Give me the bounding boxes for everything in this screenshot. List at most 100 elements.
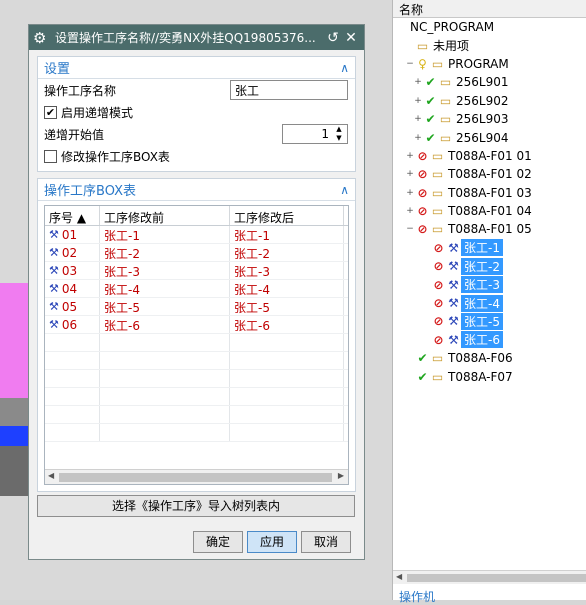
- enable-increment-checkbox[interactable]: ✔: [44, 105, 57, 119]
- tree-item[interactable]: + ✔ ▭ 256L902: [393, 92, 586, 110]
- cell-before: 张工-5: [100, 298, 230, 315]
- table-row[interactable]: [45, 424, 348, 442]
- table-row[interactable]: ⚒ 02 张工-2 张工-2: [45, 244, 348, 262]
- ok-button[interactable]: 确定: [193, 531, 243, 553]
- tree-item[interactable]: + ✔ ▭ 256L901: [393, 73, 586, 91]
- table-row[interactable]: [45, 334, 348, 352]
- stepper-arrows-icon[interactable]: ▲ ▼: [333, 125, 345, 143]
- chevron-up-icon[interactable]: ∧: [340, 183, 349, 197]
- solid-body-dark: [0, 446, 28, 496]
- table-row[interactable]: [45, 370, 348, 388]
- settings-section-header[interactable]: 设置 ∧: [38, 57, 355, 79]
- cell-empty: [230, 334, 344, 351]
- cell-empty: [45, 406, 100, 423]
- folder-icon: ▭: [439, 130, 452, 145]
- scrollbar-thumb[interactable]: [59, 473, 332, 482]
- scroll-left-icon[interactable]: ◀: [48, 471, 54, 480]
- table-row[interactable]: [45, 388, 348, 406]
- table-row[interactable]: [45, 406, 348, 424]
- gear-icon[interactable]: ⚙: [33, 29, 51, 47]
- operation-icon: ⚒: [49, 282, 59, 295]
- apply-button[interactable]: 应用: [247, 531, 297, 553]
- expand-icon[interactable]: +: [405, 151, 415, 161]
- table-header: 序号 ▲ 工序修改前 工序修改后: [45, 206, 348, 226]
- expand-icon[interactable]: +: [413, 114, 423, 124]
- table-row[interactable]: ⚒ 04 张工-4 张工-4: [45, 280, 348, 298]
- expand-icon[interactable]: +: [405, 169, 415, 179]
- expand-icon[interactable]: +: [405, 188, 415, 198]
- table-row[interactable]: ⚒ 01 张工-1 张工-1: [45, 226, 348, 244]
- operation-icon: ⚒: [49, 300, 59, 313]
- tree-item[interactable]: + ⊘ ▭ T088A-F01 01: [393, 147, 586, 165]
- tree-item[interactable]: + ✔ ▭ 256L904: [393, 128, 586, 146]
- table-row[interactable]: [45, 352, 348, 370]
- check-icon: ✔: [425, 112, 436, 127]
- table-row[interactable]: ⚒ 05 张工-5 张工-5: [45, 298, 348, 316]
- tree-item-label: T088A-F01 02: [448, 167, 532, 182]
- folder-icon: ▭: [431, 204, 444, 219]
- cell-empty: [100, 424, 230, 441]
- close-icon[interactable]: ✕: [342, 30, 360, 46]
- tree-item[interactable]: ⊘ ⚒ 张工-5: [393, 312, 586, 330]
- cell-after: 张工-1: [230, 226, 344, 243]
- expand-icon[interactable]: +: [405, 206, 415, 216]
- table-horizontal-scrollbar[interactable]: ◀ ▶: [45, 469, 348, 484]
- modify-box-checkbox[interactable]: [44, 149, 57, 163]
- box-section-header[interactable]: 操作工序BOX表 ∧: [38, 179, 355, 201]
- collapse-icon[interactable]: −: [405, 224, 415, 234]
- row-index: 03: [61, 263, 78, 278]
- expand-icon[interactable]: +: [413, 96, 423, 106]
- import-to-tree-button[interactable]: 选择《操作工序》导入树列表内: [37, 495, 355, 517]
- column-header-before[interactable]: 工序修改前: [100, 206, 230, 225]
- tree-item-label: 256L902: [456, 93, 509, 108]
- tree-item[interactable]: + ✔ ▭ 256L903: [393, 110, 586, 128]
- increment-start-stepper[interactable]: 1 ▲ ▼: [282, 124, 348, 144]
- tree-item[interactable]: ✔ ▭ T088A-F06: [393, 349, 586, 367]
- op-name-input[interactable]: 张工: [230, 80, 348, 100]
- cell-index: ⚒ 02: [45, 244, 100, 261]
- expand-icon[interactable]: +: [413, 133, 423, 143]
- tree-item[interactable]: + ⊘ ▭ T088A-F01 02: [393, 165, 586, 183]
- column-header-after[interactable]: 工序修改后: [230, 206, 344, 225]
- collapse-icon[interactable]: −: [405, 59, 415, 69]
- tool-icon: ⚒: [448, 277, 459, 292]
- tree-item[interactable]: ⊘ ⚒ 张工-3: [393, 275, 586, 294]
- cancel-button[interactable]: 取消: [301, 531, 351, 553]
- cell-empty: [100, 352, 230, 369]
- tree-item[interactable]: ✔ ▭ T088A-F07: [393, 367, 586, 385]
- cell-before: 张工-4: [100, 280, 230, 297]
- block-icon: ⊘: [433, 240, 444, 255]
- tree-item[interactable]: + ⊘ ▭ T088A-F01 03: [393, 184, 586, 202]
- cell-empty: [230, 352, 344, 369]
- scrollbar-thumb[interactable]: [407, 574, 586, 582]
- dialog-titlebar[interactable]: ⚙ 设置操作工序名称//奕勇NX外挂QQ19805376... ↺ ✕: [29, 25, 364, 50]
- tree-item-label: 张工-3: [461, 276, 503, 294]
- tree-item-label: 256L904: [456, 130, 509, 145]
- check-icon: ✔: [425, 75, 436, 90]
- scroll-right-icon[interactable]: ▶: [338, 471, 344, 480]
- tree-item[interactable]: + ⊘ ▭ T088A-F01 04: [393, 202, 586, 220]
- tree-item[interactable]: NC_PROGRAM: [393, 18, 586, 36]
- block-icon: ⊘: [417, 185, 428, 200]
- tree-item[interactable]: ⊘ ⚒ 张工-1: [393, 239, 586, 257]
- tree-horizontal-scrollbar[interactable]: ◀: [393, 570, 586, 584]
- column-header-index[interactable]: 序号 ▲: [45, 206, 100, 225]
- tree-item[interactable]: ▭ 未用项: [393, 36, 586, 54]
- reset-icon[interactable]: ↺: [324, 30, 342, 46]
- tree-item[interactable]: ⊘ ⚒ 张工-6: [393, 331, 586, 349]
- tree-item-label: 张工-6: [461, 331, 503, 349]
- cell-before: 张工-3: [100, 262, 230, 279]
- scroll-left-icon[interactable]: ◀: [396, 572, 402, 581]
- tree-item-label: T088A-F01 05: [448, 222, 532, 237]
- chevron-up-icon[interactable]: ∧: [340, 61, 349, 75]
- tree-item[interactable]: ⊘ ⚒ 张工-4: [393, 294, 586, 312]
- tree-item[interactable]: ⊘ ⚒ 张工-2: [393, 257, 586, 275]
- tree-column-header[interactable]: 名称: [393, 0, 586, 18]
- table-row[interactable]: ⚒ 03 张工-3 张工-3: [45, 262, 348, 280]
- tree-item[interactable]: − ♀ ▭ PROGRAM: [393, 55, 586, 73]
- expand-icon[interactable]: +: [413, 77, 423, 87]
- tree-item-label: T088A-F01 01: [448, 148, 532, 163]
- table-row[interactable]: ⚒ 06 张工-6 张工-6: [45, 316, 348, 334]
- key-icon: ♀: [418, 56, 427, 71]
- tree-item[interactable]: − ⊘ ▭ T088A-F01 05: [393, 220, 586, 238]
